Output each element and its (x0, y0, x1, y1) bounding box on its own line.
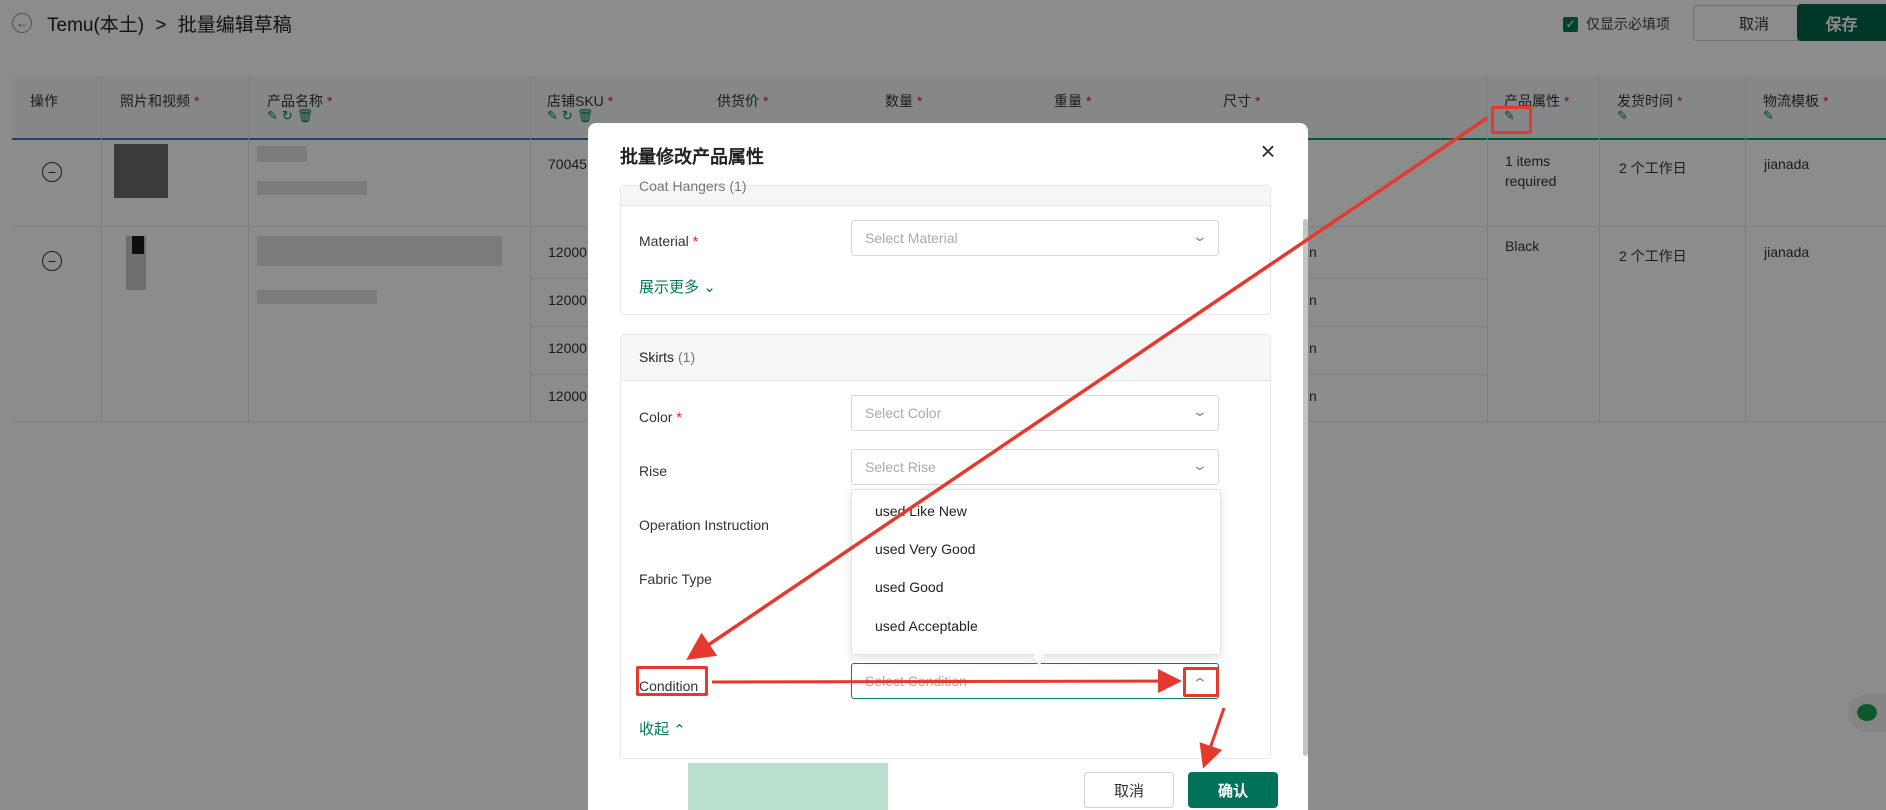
field-label-color: Color * (639, 409, 682, 425)
section-header: Skirts (1) (621, 335, 1270, 381)
condition-option[interactable]: used Good (875, 579, 944, 595)
bulk-attribute-modal: 批量修改产品属性 × Coat Hangers (1) Material * Sel… (588, 123, 1308, 810)
close-icon[interactable]: × (1255, 138, 1281, 164)
field-label-material: Material * (639, 233, 699, 249)
condition-option[interactable]: used Very Good (875, 541, 975, 557)
attribute-section: Coat Hangers (1) Material * Select Materia… (620, 178, 1271, 315)
attribute-section-skirts: Skirts (1) Color * Select Color ⌄ Rise Sel… (620, 334, 1271, 759)
color-select[interactable]: Select Color ⌄ (851, 395, 1219, 431)
rise-select[interactable]: Select Rise ⌄ (851, 449, 1219, 485)
annotation-box-attribute-edit (1491, 106, 1532, 134)
section-title: Skirts (1) (639, 349, 696, 365)
modal-title: 批量修改产品属性 (620, 147, 764, 167)
condition-select[interactable]: Select Condition ⌄ (851, 663, 1219, 699)
annotation-box-condition-arrow (1183, 667, 1219, 697)
modal-cancel-button[interactable]: 取消 (1084, 772, 1174, 808)
field-label-operation-instruction: Operation Instruction (639, 517, 769, 533)
chevron-up-icon: ⌄ (673, 720, 686, 737)
condition-dropdown: used Like New used Very Good used Good u… (851, 489, 1221, 666)
annotation-box-condition-label (636, 666, 708, 696)
collapse-link[interactable]: 收起 ⌄ (639, 718, 686, 739)
chevron-down-icon: ⌄ (1191, 457, 1209, 473)
chevron-down-icon: ⌄ (1191, 228, 1209, 244)
show-more-link[interactable]: 展示更多 ⌄ (639, 276, 716, 297)
modal-confirm-button[interactable]: 确认 (1188, 772, 1278, 808)
chevron-down-icon: ⌄ (1191, 403, 1209, 419)
section-title: Coat Hangers (1) (639, 178, 747, 194)
section-header: Coat Hangers (1) (621, 178, 1270, 206)
condition-option[interactable]: used Acceptable (875, 618, 978, 634)
blurred-content (688, 763, 888, 810)
scrollbar[interactable] (1303, 219, 1308, 756)
condition-option[interactable]: used Like New (875, 503, 967, 519)
material-select[interactable]: Select Material ⌄ (851, 220, 1219, 256)
chevron-down-icon: ⌄ (703, 279, 716, 296)
field-label-fabric-type: Fabric Type (639, 571, 712, 587)
field-label-rise: Rise (639, 463, 668, 479)
